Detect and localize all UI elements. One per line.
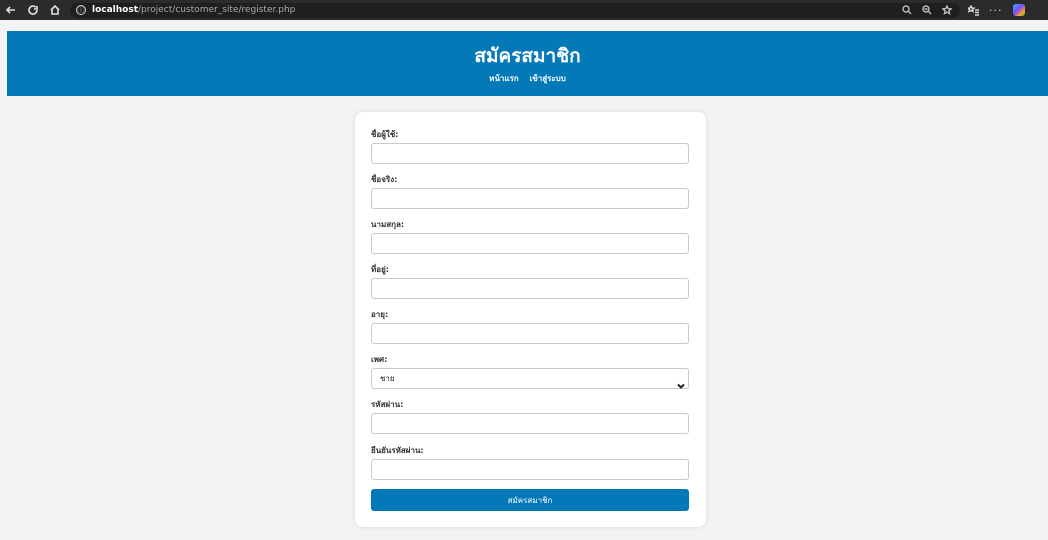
username-field[interactable] xyxy=(371,143,689,164)
info-icon[interactable]: ⓘ xyxy=(76,5,86,15)
lastname-label: นามสกุล: xyxy=(371,220,405,229)
home-button[interactable] xyxy=(44,0,66,20)
gender-select[interactable]: ชาย xyxy=(371,368,689,389)
nav-link-login[interactable]: เข้าสู่ระบบ xyxy=(530,74,566,83)
back-button[interactable] xyxy=(0,0,22,20)
password-label: รหัสผ่าน: xyxy=(371,400,404,409)
browser-toolbar: ⓘ localhost/project/customer_site/regist… xyxy=(0,0,1048,20)
address-actions xyxy=(902,5,960,15)
refresh-button[interactable] xyxy=(22,0,44,20)
more-icon[interactable]: ··· xyxy=(989,4,1003,17)
url-path: /project/customer_site/register.php xyxy=(138,5,296,15)
register-form: ชื่อผู้ใช้: ชื่อจริง: นามสกุล: ที่อยู่: … xyxy=(355,112,706,527)
firstname-label: ชื่อจริง: xyxy=(371,175,398,184)
address-field[interactable] xyxy=(371,278,689,299)
lastname-field[interactable] xyxy=(371,233,689,254)
nav-link-home[interactable]: หน้าแรก xyxy=(489,74,519,83)
password-field[interactable] xyxy=(371,413,689,434)
favorite-star-icon[interactable] xyxy=(942,5,952,15)
refresh-icon xyxy=(28,5,38,15)
gender-label: เพศ: xyxy=(371,355,388,364)
address-bar[interactable]: ⓘ localhost/project/customer_site/regist… xyxy=(70,2,960,18)
site-nav: หน้าแรก เข้าสู่ระบบ xyxy=(7,72,1048,85)
page-title: สมัครสมาชิก xyxy=(474,45,581,67)
home-icon xyxy=(50,4,60,15)
site-header: สมัครสมาชิก หน้าแรก เข้าสู่ระบบ xyxy=(7,31,1048,96)
age-field[interactable] xyxy=(371,323,689,344)
copilot-icon[interactable] xyxy=(1012,4,1025,16)
zoom-icon[interactable] xyxy=(922,5,932,15)
toolbar-right: ··· xyxy=(968,4,1025,17)
address-label: ที่อยู่: xyxy=(371,265,389,274)
url-host: localhost xyxy=(92,5,139,15)
search-icon[interactable] xyxy=(902,5,912,15)
confirm-password-field[interactable] xyxy=(371,459,689,480)
confirm-password-label: ยืนยันรหัสผ่าน: xyxy=(371,446,424,455)
username-label: ชื่อผู้ใช้: xyxy=(371,130,399,139)
age-label: อายุ: xyxy=(371,310,389,319)
register-button[interactable]: สมัครสมาชิก xyxy=(371,489,689,511)
favorites-list-icon[interactable] xyxy=(968,4,979,16)
firstname-field[interactable] xyxy=(371,188,689,209)
back-icon xyxy=(5,6,15,14)
